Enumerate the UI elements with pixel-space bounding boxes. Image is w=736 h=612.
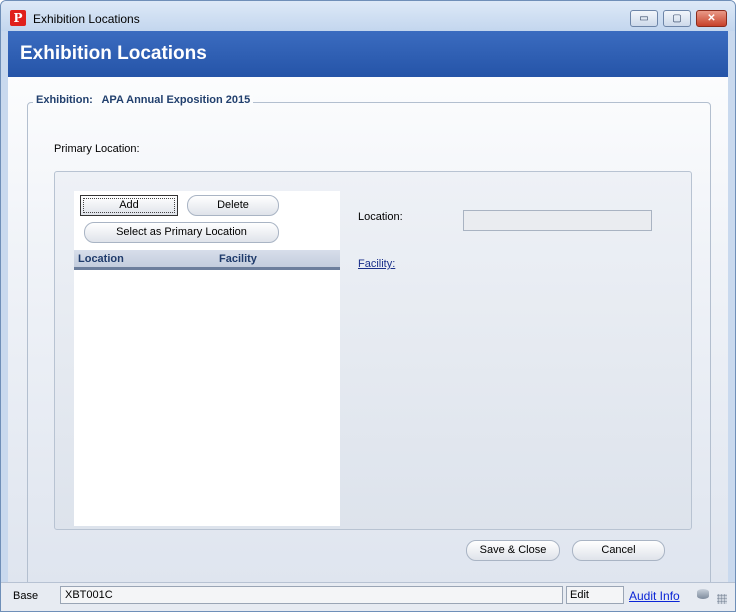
maximize-button[interactable]: ▢ [663, 10, 691, 27]
page-title: Exhibition Locations [20, 43, 207, 64]
application-window: P Exhibition Locations ▭ ▢ ✕ Exhibition … [0, 0, 736, 612]
app-logo-icon: P [10, 10, 26, 26]
minimize-button[interactable]: ▭ [630, 10, 658, 27]
database-icon [697, 589, 709, 599]
primary-location-label: Primary Location: [54, 143, 140, 155]
status-bar: Base XBT001C Edit Audit Info [1, 582, 735, 611]
exhibition-name: APA Annual Exposition 2015 [101, 94, 251, 106]
status-base-label: Base [13, 590, 39, 602]
column-header-location[interactable]: Location [78, 253, 124, 265]
resize-grip-icon[interactable] [717, 594, 727, 604]
cancel-button[interactable]: Cancel [572, 540, 665, 561]
status-form-code: XBT001C [60, 586, 563, 604]
save-and-close-button[interactable]: Save & Close [466, 540, 560, 561]
exhibition-group-legend: Exhibition: APA Annual Exposition 2015 [33, 94, 254, 106]
close-button[interactable]: ✕ [696, 10, 727, 27]
add-button[interactable]: Add [80, 195, 178, 216]
title-bar[interactable]: P Exhibition Locations ▭ ▢ ✕ [1, 1, 735, 31]
column-header-facility[interactable]: Facility [219, 253, 257, 265]
select-primary-location-button[interactable]: Select as Primary Location [84, 222, 279, 243]
exhibition-label: Exhibition: [36, 94, 93, 106]
audit-info-link[interactable]: Audit Info [629, 589, 680, 603]
form-body: Exhibition Locations Exhibition: APA Ann… [8, 31, 728, 592]
header-banner: Exhibition Locations [8, 31, 728, 77]
window-title: Exhibition Locations [33, 12, 140, 26]
facility-link[interactable]: Facility: [358, 258, 395, 270]
location-label: Location: [358, 211, 403, 223]
delete-button[interactable]: Delete [187, 195, 279, 216]
location-field[interactable] [463, 210, 652, 231]
locations-grid-header: Location Facility [74, 250, 340, 270]
status-mode: Edit [566, 586, 624, 604]
